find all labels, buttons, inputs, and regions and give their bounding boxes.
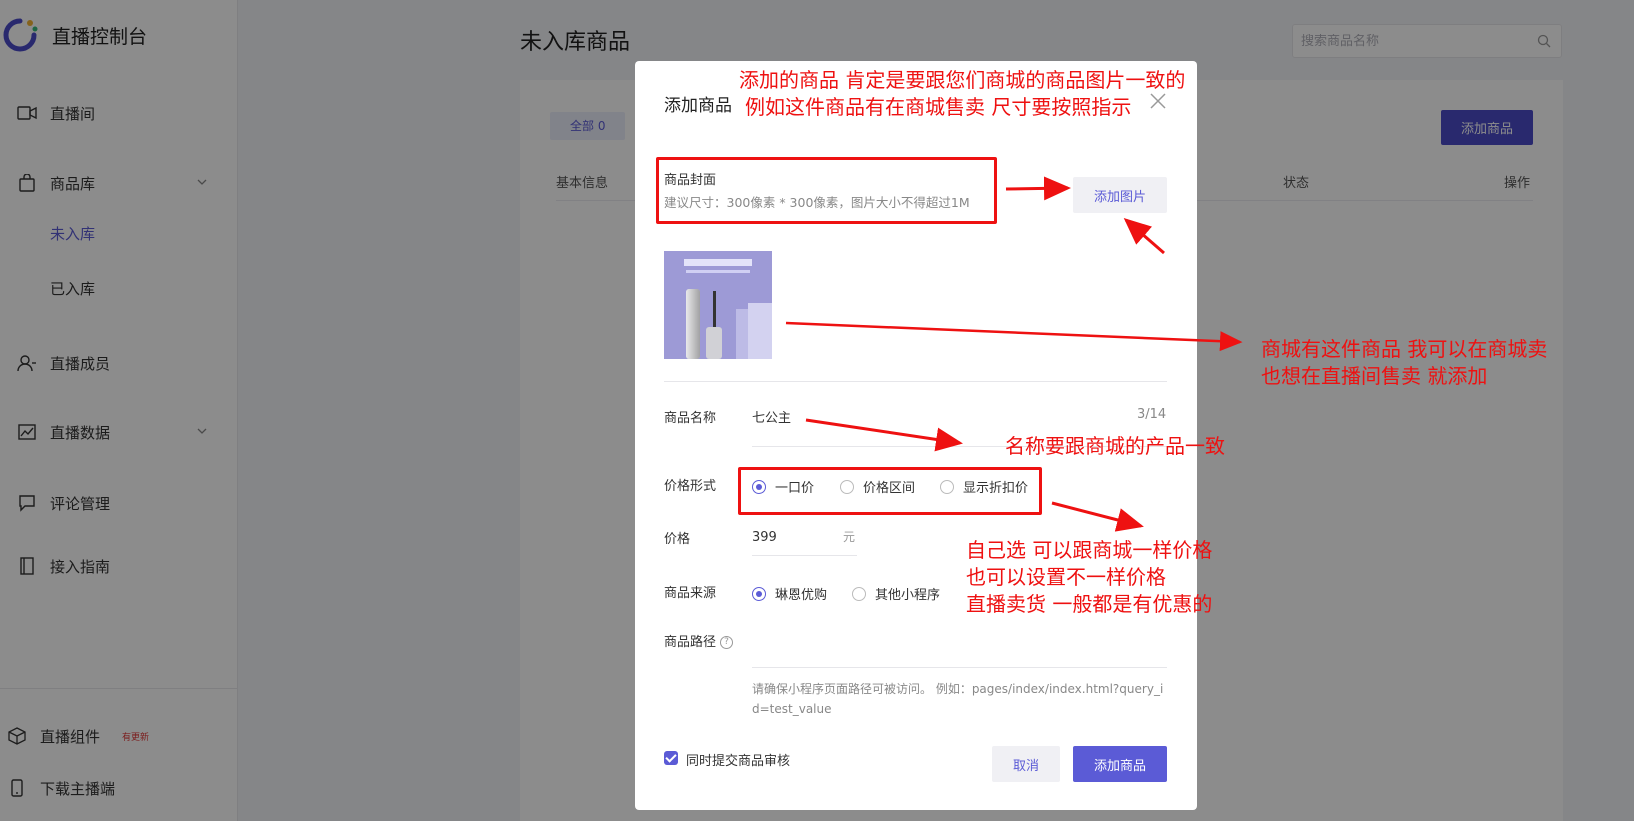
source-label: 商品来源: [664, 586, 717, 601]
annotation-box-cover: [656, 157, 997, 224]
annotation-top-line2: 例如这件商品有在商城售卖 尺寸要按照指示: [745, 95, 1132, 119]
price-label: 价格: [664, 532, 691, 547]
path-hint: 请确保小程序页面路径可被访问。 例如：pages/index/index.htm…: [752, 682, 1164, 716]
modal-title: 添加商品: [664, 96, 732, 116]
submit-button[interactable]: 添加商品: [1073, 746, 1167, 782]
name-char-count: 3/14: [1137, 407, 1167, 422]
annotation-right-line1: 商城有这件商品 我可以在商城卖: [1261, 337, 1548, 361]
submit-review-checkbox[interactable]: [664, 751, 678, 765]
radio-source-other[interactable]: 其他小程序: [852, 584, 940, 603]
price-type-label: 价格形式: [664, 479, 717, 494]
name-label: 商品名称: [664, 411, 717, 426]
annotation-name-note: 名称要跟商城的产品一致: [1005, 434, 1225, 458]
add-image-button[interactable]: 添加图片: [1073, 177, 1167, 213]
path-input[interactable]: [752, 667, 1167, 668]
product-cover-image[interactable]: [664, 251, 772, 359]
price-unit: 元: [843, 530, 856, 544]
cancel-button[interactable]: 取消: [992, 746, 1060, 782]
annotation-right-line2: 也想在直播间售卖 就添加: [1261, 364, 1488, 388]
mascara-product-picture: [664, 251, 772, 359]
annotation-top-line1: 添加的商品 肯定是要跟您们商城的商品图片一致的: [739, 68, 1186, 92]
radio-unselected-icon: [852, 586, 866, 601]
path-label-row: 商品路径?: [664, 631, 734, 650]
annotation-price-line2: 也可以设置不一样价格: [966, 565, 1166, 589]
annotation-price-line1: 自己选 可以跟商城一样价格: [966, 538, 1213, 562]
path-label: 商品路径: [664, 635, 717, 650]
radio-label: 其他小程序: [875, 588, 941, 603]
section-divider: [664, 381, 1167, 382]
close-icon[interactable]: [1148, 91, 1168, 111]
radio-source-linen[interactable]: 琳恩优购: [752, 584, 827, 603]
radio-selected-icon: [752, 586, 766, 601]
name-input[interactable]: 七公主: [752, 407, 791, 426]
price-input[interactable]: 399: [752, 530, 777, 545]
annotation-price-line3: 直播卖货 一般都是有优惠的: [966, 592, 1213, 616]
price-input-underline: [752, 555, 857, 556]
radio-label: 琳恩优购: [775, 588, 828, 603]
help-icon[interactable]: ?: [720, 636, 734, 649]
annotation-box-price-type: [738, 467, 1042, 515]
submit-review-label: 同时提交商品审核: [686, 754, 791, 769]
